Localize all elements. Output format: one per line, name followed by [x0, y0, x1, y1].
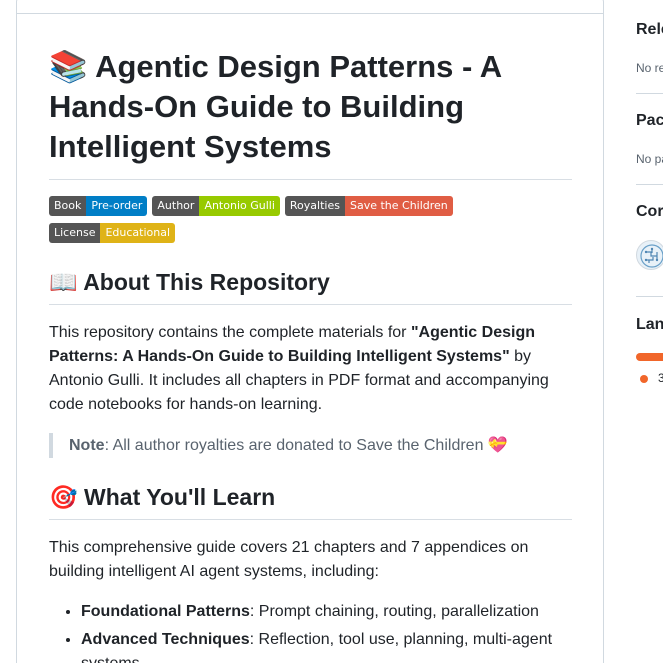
- contributor-avatar[interactable]: [636, 240, 663, 270]
- badge-license[interactable]: License Educational: [49, 223, 176, 243]
- repo-sidebar: Rele No re Pac No pa Cor Lan 3: [636, 0, 663, 663]
- target-icon: 🎯: [49, 485, 78, 511]
- badge-license-value: Educational: [100, 223, 176, 243]
- readme-content: 📚 Agentic Design Patterns - A Hands-On G…: [49, 47, 572, 663]
- badge-royalties-value: Save the Children: [344, 196, 453, 216]
- badge-author[interactable]: Author Antonio Gulli: [152, 196, 280, 216]
- language-bar: [636, 353, 663, 361]
- contributors-title[interactable]: Cor: [636, 203, 663, 221]
- badge-author-value: Antonio Gulli: [199, 196, 280, 216]
- sidebar-divider: [636, 184, 663, 185]
- learn-intro: This comprehensive guide covers 21 chapt…: [49, 539, 529, 580]
- books-icon: 📚: [49, 49, 88, 85]
- note-blockquote: Note: All author royalties are donated t…: [49, 433, 572, 458]
- releases-empty-text: No re: [636, 61, 663, 75]
- readme-title-text: Agentic Design Patterns - A Hands-On Gui…: [49, 49, 502, 164]
- learn-list: Foundational Patterns: Prompt chaining, …: [49, 600, 572, 663]
- badge-license-label: License: [49, 223, 101, 243]
- badge-royalties[interactable]: Royalties Save the Children: [284, 196, 453, 216]
- list-item: Advanced Techniques: Reflection, tool us…: [81, 628, 572, 663]
- badge-book-value: Pre-order: [86, 196, 148, 216]
- about-heading: 📖 About This Repository: [49, 267, 572, 305]
- badge-row: Book Pre-order Author Antonio Gulli Royalt…: [49, 196, 499, 243]
- languages-title: Lan: [636, 316, 663, 333]
- badge-book[interactable]: Book Pre-order: [49, 196, 148, 216]
- about-heading-text: About This Repository: [83, 269, 330, 295]
- language-percent[interactable]: 3: [658, 371, 663, 385]
- readme-title: 📚 Agentic Design Patterns - A Hands-On G…: [49, 47, 572, 180]
- tab-bar-divider: [17, 13, 603, 14]
- list-item: Foundational Patterns: Prompt chaining, …: [81, 600, 572, 624]
- sidebar-divider: [636, 296, 663, 297]
- about-paragraph: This repository contains the complete ma…: [49, 321, 572, 417]
- learn-heading: 🎯 What You'll Learn: [49, 482, 572, 520]
- packages-empty-text: No pa: [636, 152, 663, 166]
- readme-container: 📚 Agentic Design Patterns - A Hands-On G…: [16, 0, 604, 663]
- packages-title[interactable]: Pac: [636, 112, 663, 130]
- list-item-bold: Advanced Techniques: [81, 631, 250, 648]
- list-item-bold: Foundational Patterns: [81, 603, 250, 620]
- language-color-dot: [640, 375, 648, 383]
- badge-author-label: Author: [152, 196, 200, 216]
- open-book-icon: 📖: [49, 270, 78, 296]
- heart-gift-icon: 💝: [487, 435, 508, 454]
- releases-title[interactable]: Rele: [636, 21, 663, 39]
- about-text-before: This repository contains the complete ma…: [49, 324, 411, 341]
- note-text: : All author royalties are donated to Sa…: [104, 437, 488, 454]
- note-label: Note: [69, 437, 105, 454]
- badge-royalties-label: Royalties: [284, 196, 345, 216]
- badge-book-label: Book: [49, 196, 87, 216]
- circuit-avatar-icon: [640, 244, 663, 268]
- learn-heading-text: What You'll Learn: [84, 484, 276, 510]
- sidebar-divider: [636, 93, 663, 94]
- list-item-text: : Prompt chaining, routing, parallelizat…: [249, 603, 539, 620]
